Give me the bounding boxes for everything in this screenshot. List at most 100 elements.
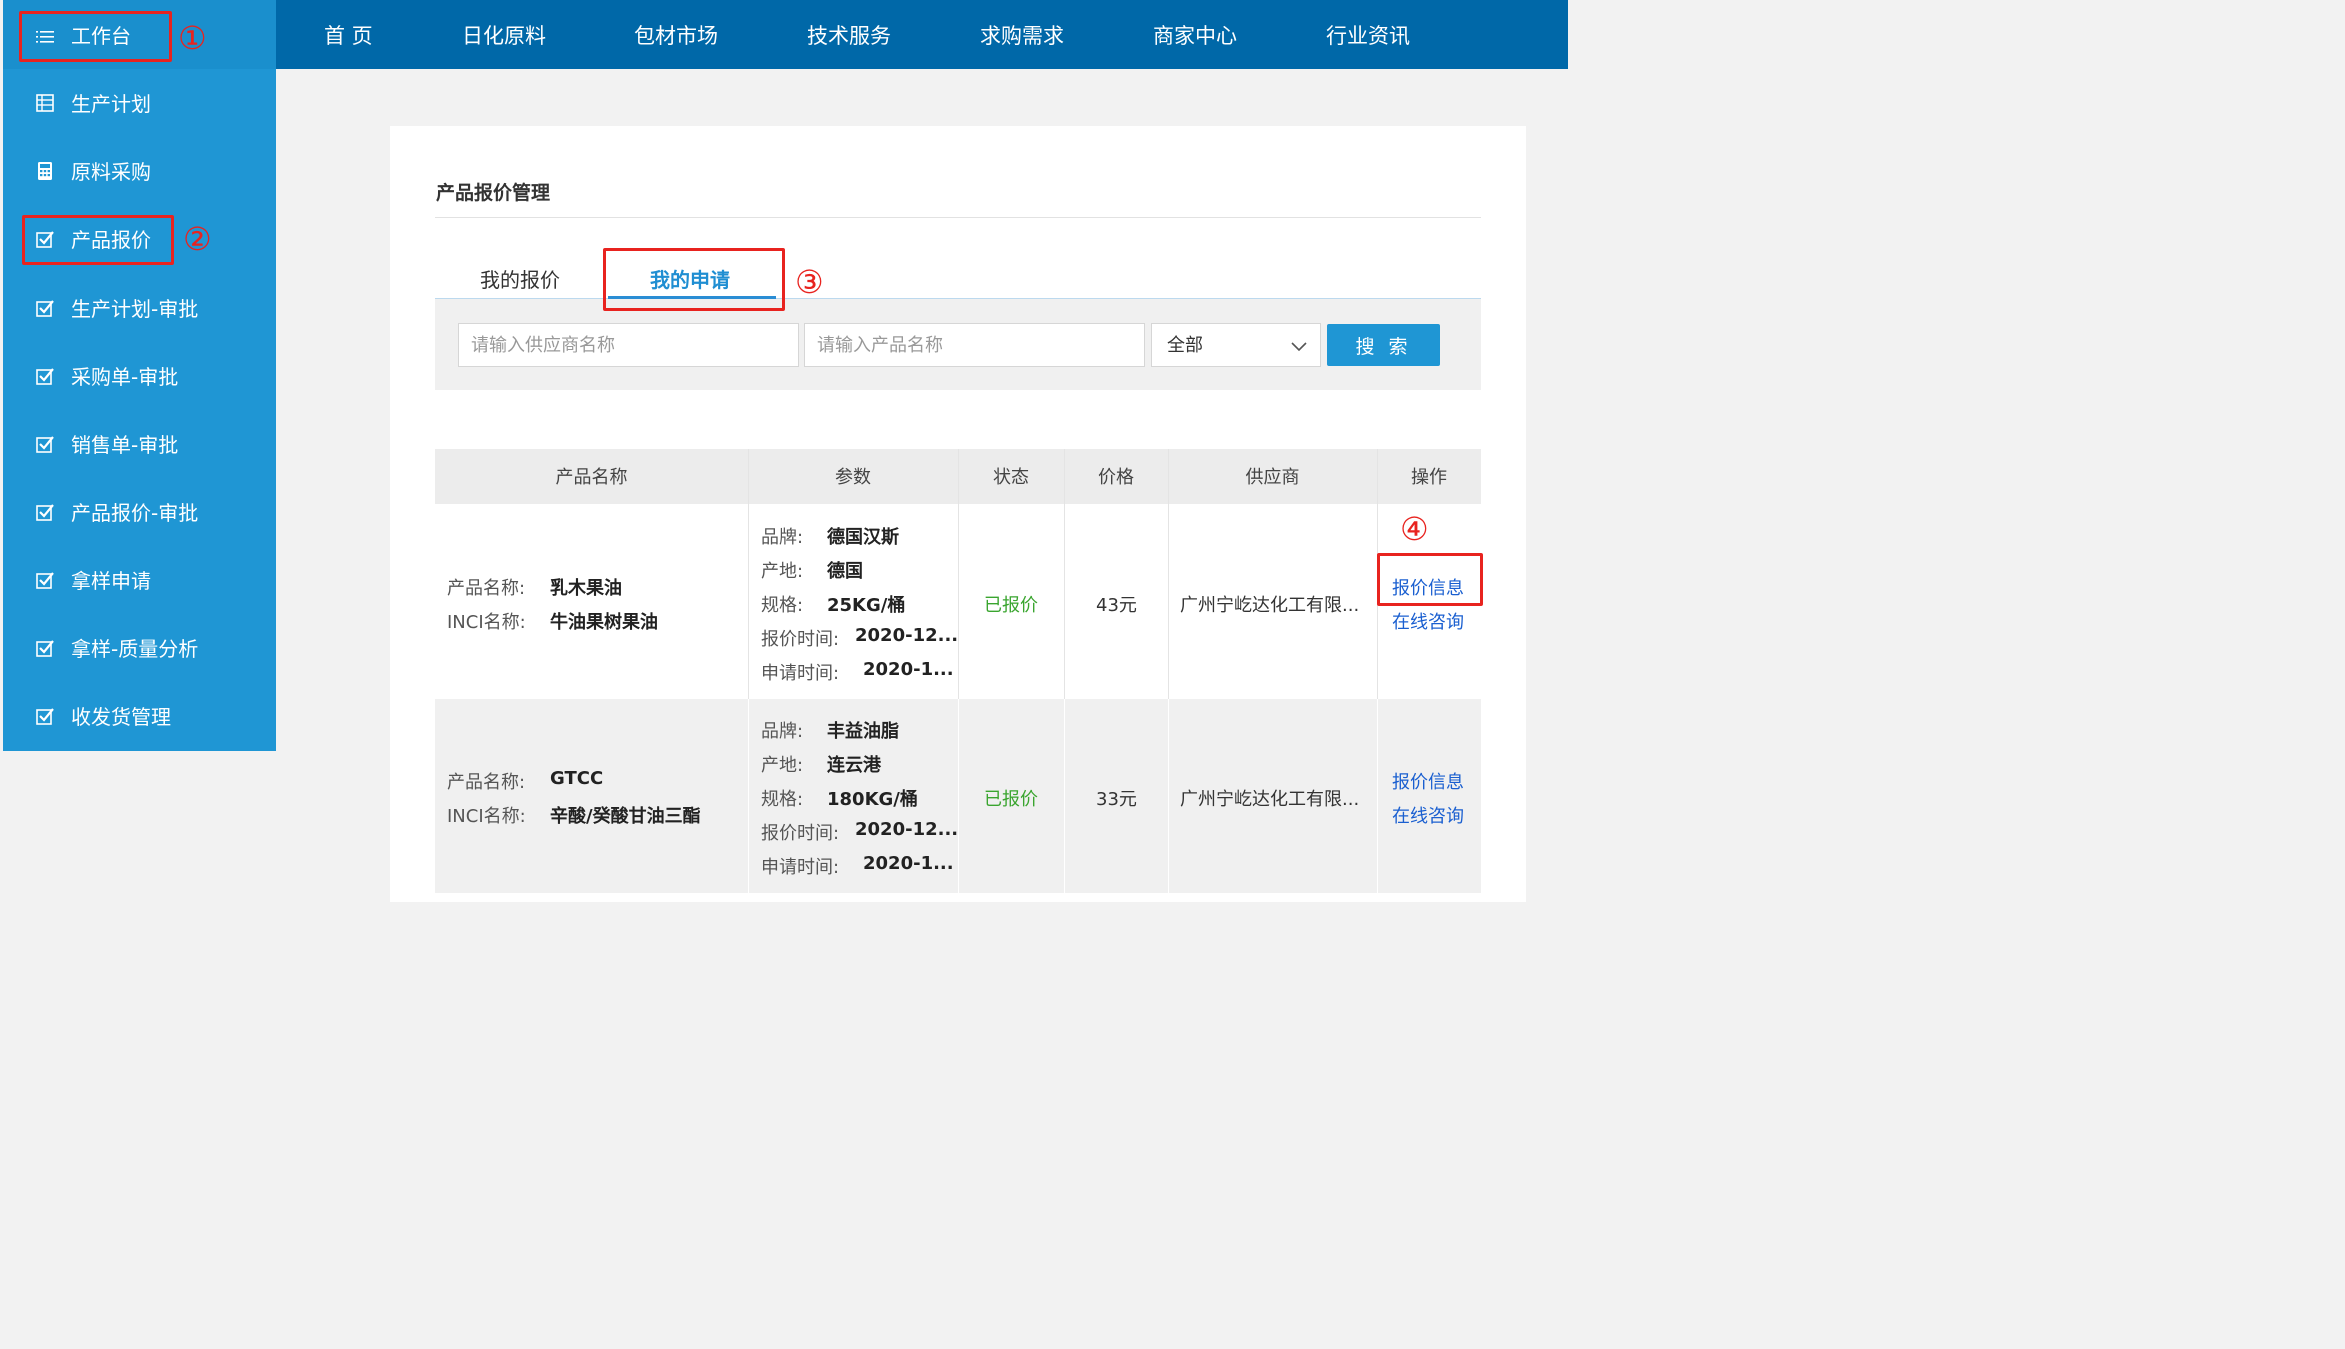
calculator-icon bbox=[38, 162, 52, 180]
nav-merchant-center[interactable]: 商家中心 bbox=[1153, 0, 1237, 69]
inci-name-label: INCI名称: bbox=[447, 612, 526, 633]
check-icon bbox=[36, 572, 54, 589]
sidebar-item-sales-order-approval[interactable]: 销售单-审批 bbox=[3, 411, 276, 479]
supplier-value: 广州宁屹达化工有限... bbox=[1180, 595, 1360, 616]
col-header-action: 操作 bbox=[1411, 467, 1447, 488]
apply-time-value: 2020-1... bbox=[863, 853, 954, 874]
check-icon bbox=[36, 504, 54, 521]
annotation-box-4 bbox=[1377, 553, 1483, 606]
origin-value: 德国 bbox=[827, 561, 863, 582]
col-header-price: 价格 bbox=[1098, 467, 1134, 488]
sidebar-item-shipping-management[interactable]: 收发货管理 bbox=[3, 683, 276, 751]
annotation-number-3: ③ bbox=[795, 263, 824, 301]
annotation-box-3 bbox=[603, 248, 785, 311]
check-icon bbox=[36, 436, 54, 453]
sidebar-item-label: 生产计划 bbox=[71, 92, 151, 116]
page-title: 产品报价管理 bbox=[436, 182, 551, 204]
annotation-number-4: ④ bbox=[1400, 510, 1429, 548]
check-icon bbox=[36, 300, 54, 317]
brand-label: 品牌: bbox=[761, 721, 804, 742]
online-consult-link[interactable]: 在线咨询 bbox=[1392, 608, 1464, 634]
sidebar-item-label: 产品报价-审批 bbox=[71, 501, 199, 525]
annotation-number-1: ① bbox=[178, 19, 207, 57]
nav-home[interactable]: 首 页 bbox=[324, 0, 373, 69]
brand-value: 丰益油脂 bbox=[827, 721, 899, 742]
sidebar-item-label: 销售单-审批 bbox=[71, 433, 179, 457]
sidebar-item-product-quote-approval[interactable]: 产品报价-审批 bbox=[3, 479, 276, 547]
top-navbar: 首 页 日化原料 包材市场 技术服务 求购需求 商家中心 行业资讯 bbox=[276, 0, 1568, 69]
apply-time-label: 申请时间: bbox=[761, 663, 840, 684]
spec-value: 180KG/桶 bbox=[827, 789, 918, 810]
inci-name-value: 牛油果树果油 bbox=[550, 612, 658, 633]
brand-label: 品牌: bbox=[761, 527, 804, 548]
quote-time-label: 报价时间: bbox=[761, 823, 840, 844]
sidebar-item-production-plan-approval[interactable]: 生产计划-审批 bbox=[3, 275, 276, 343]
sidebar-item-raw-purchase[interactable]: 原料采购 bbox=[3, 138, 276, 206]
sidebar-item-sample-request[interactable]: 拿样申请 bbox=[3, 547, 276, 615]
check-icon bbox=[36, 640, 54, 657]
origin-value: 连云港 bbox=[827, 755, 881, 776]
sidebar: 工作台 生产计划 原料采购 产品报价 生产计划-审批 采购单-审批 销售单-审批… bbox=[3, 0, 276, 751]
nav-industry-news[interactable]: 行业资讯 bbox=[1326, 0, 1410, 69]
product-name-label: 产品名称: bbox=[447, 772, 526, 793]
sidebar-item-label: 采购单-审批 bbox=[71, 365, 179, 389]
apply-time-label: 申请时间: bbox=[761, 857, 840, 878]
price-value: 33元 bbox=[1096, 789, 1137, 810]
supplier-value: 广州宁屹达化工有限... bbox=[1180, 789, 1360, 810]
tab-my-quotes[interactable]: 我的报价 bbox=[480, 264, 560, 293]
col-header-status: 状态 bbox=[993, 467, 1029, 488]
sidebar-item-label: 原料采购 bbox=[71, 160, 151, 184]
column-divider bbox=[1064, 699, 1065, 893]
sidebar-item-label: 收发货管理 bbox=[71, 705, 171, 729]
apply-time-value: 2020-1... bbox=[863, 659, 954, 680]
product-name-value: 乳木果油 bbox=[550, 578, 622, 599]
sidebar-item-label: 拿样申请 bbox=[71, 569, 151, 593]
origin-label: 产地: bbox=[761, 561, 804, 582]
quote-info-link[interactable]: 报价信息 bbox=[1392, 768, 1464, 794]
column-divider bbox=[958, 699, 959, 893]
nav-purchase-demand[interactable]: 求购需求 bbox=[980, 0, 1064, 69]
sidebar-item-production-plan[interactable]: 生产计划 bbox=[3, 70, 276, 138]
sidebar-item-label: 生产计划-审批 bbox=[71, 297, 199, 321]
product-name-label: 产品名称: bbox=[447, 578, 526, 599]
status-badge: 已报价 bbox=[984, 789, 1038, 810]
spec-label: 规格: bbox=[761, 789, 804, 810]
online-consult-link[interactable]: 在线咨询 bbox=[1392, 802, 1464, 828]
nav-raw-materials[interactable]: 日化原料 bbox=[462, 0, 546, 69]
check-icon bbox=[36, 708, 54, 725]
supplier-search-input[interactable] bbox=[458, 323, 799, 367]
nav-packaging-market[interactable]: 包材市场 bbox=[634, 0, 718, 69]
quote-time-value: 2020-12... bbox=[855, 819, 959, 840]
status-badge: 已报价 bbox=[984, 595, 1038, 616]
table-icon bbox=[36, 94, 54, 112]
column-divider bbox=[1168, 699, 1169, 893]
quote-time-value: 2020-12... bbox=[855, 625, 959, 646]
sidebar-item-sample-quality-analysis[interactable]: 拿样-质量分析 bbox=[3, 615, 276, 683]
status-select-value: 全部 bbox=[1167, 335, 1203, 356]
annotation-box-2 bbox=[22, 215, 174, 265]
chevron-down-icon bbox=[1291, 342, 1307, 352]
product-search-input[interactable] bbox=[804, 323, 1145, 367]
annotation-box-1 bbox=[19, 11, 172, 62]
sidebar-item-label: 拿样-质量分析 bbox=[71, 637, 199, 661]
title-divider bbox=[435, 217, 1481, 218]
column-divider bbox=[1377, 699, 1378, 893]
annotation-number-2: ② bbox=[183, 220, 212, 258]
inci-name-value: 辛酸/癸酸甘油三酯 bbox=[550, 806, 701, 827]
status-select[interactable]: 全部 bbox=[1151, 323, 1321, 367]
brand-value: 德国汉斯 bbox=[827, 527, 899, 548]
product-name-value: GTCC bbox=[550, 768, 604, 789]
search-button[interactable]: 搜 索 bbox=[1327, 324, 1440, 366]
sidebar-item-purchase-order-approval[interactable]: 采购单-审批 bbox=[3, 343, 276, 411]
check-icon bbox=[36, 368, 54, 385]
price-value: 43元 bbox=[1096, 595, 1137, 616]
origin-label: 产地: bbox=[761, 755, 804, 776]
nav-tech-service[interactable]: 技术服务 bbox=[807, 0, 891, 69]
col-header-params: 参数 bbox=[835, 467, 871, 488]
col-header-supplier: 供应商 bbox=[1245, 467, 1300, 488]
column-divider bbox=[748, 699, 749, 893]
spec-label: 规格: bbox=[761, 595, 804, 616]
spec-value: 25KG/桶 bbox=[827, 595, 906, 616]
col-header-product: 产品名称 bbox=[555, 467, 628, 488]
inci-name-label: INCI名称: bbox=[447, 806, 526, 827]
